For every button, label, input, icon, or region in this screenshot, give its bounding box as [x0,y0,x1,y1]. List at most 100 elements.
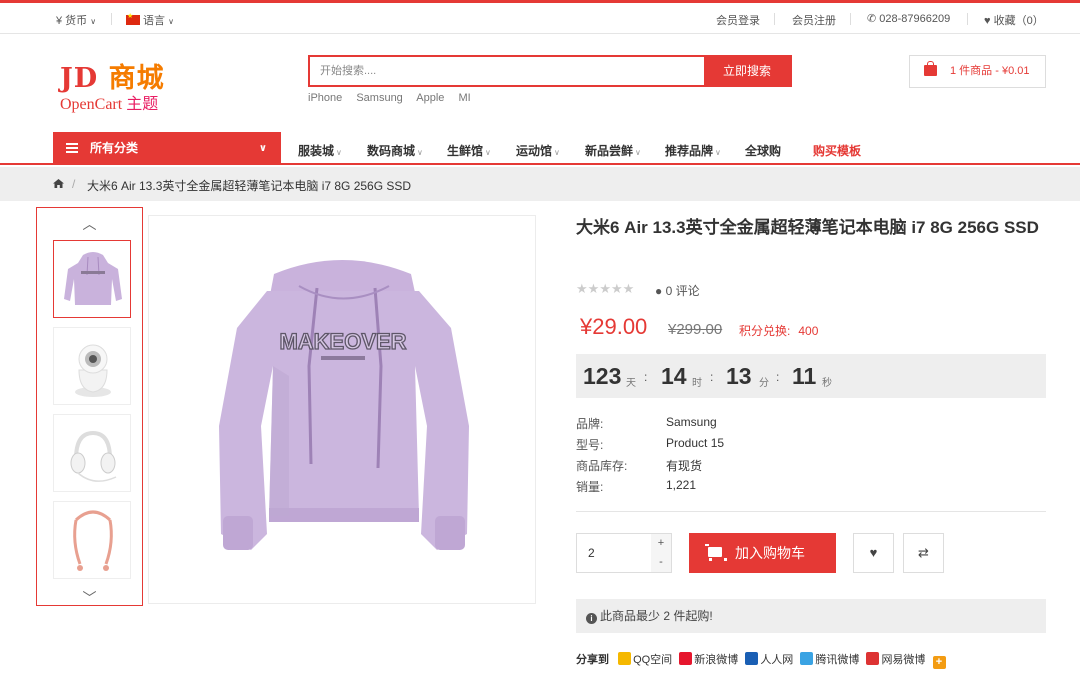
chevron-down-icon: ∨ [258,143,267,154]
login-link[interactable]: 会员登录 [716,12,760,28]
countdown-seconds: 11 [792,363,817,389]
share-tencent-weibo[interactable]: 腾讯微博 [800,652,859,666]
countdown-hours-unit: 时 [692,378,702,389]
increment-button[interactable]: + [651,534,671,553]
heart-icon: ♥ [869,545,878,560]
reward-points: 积分兑换: 400 [739,324,819,338]
favorites-link[interactable]: ♥ 收藏（0） [984,12,1044,28]
cart-summary: 1 件商品 - ¥0.01 [950,65,1030,77]
compare-button[interactable]: ⇄ [903,533,944,573]
divider [850,13,851,25]
cart-icon [705,544,727,561]
share-renren[interactable]: 人人网 [745,652,793,666]
nav-item-clothing[interactable]: 服装城 ∨ [298,142,342,159]
nav-item-digital[interactable]: 数码商城 ∨ [367,142,423,159]
countdown-days-unit: 天 [626,378,636,389]
currency-dropdown[interactable]: ¥ 货币 ∨ [56,12,96,28]
chevron-down-icon[interactable]: ﹀ [37,588,142,608]
shopping-bag-icon [924,61,937,76]
share-qzone[interactable]: QQ空间 [618,652,672,666]
share-bar: 分享到 QQ空间 新浪微博 人人网 腾讯微博 网易微博 + [576,651,948,669]
top-bar: ¥ 货币 ∨ 语言 ∨ 会员登录 会员注册 ✆ 028-87966209 ♥ 收… [0,3,1080,34]
reviews-link[interactable]: ● 0 评论 [655,282,700,299]
all-categories-label: 所有分类 [90,141,139,155]
phone-icon: ✆ [867,13,877,25]
product-main-image[interactable]: MAKEOVER [148,215,536,604]
countdown-minutes-unit: 分 [759,378,769,389]
weibo-icon [679,652,693,665]
shirt-print-text: MAKEOVER [279,329,406,354]
thumbnail-headphones[interactable] [53,414,131,492]
renren-icon [745,652,759,665]
chevron-down-icon: ∨ [336,148,342,157]
chevron-up-icon[interactable]: ︿ [37,214,142,234]
hotword-link[interactable]: MI [458,92,470,104]
share-label: 分享到 [576,654,609,666]
countdown-days: 123 [583,363,622,389]
tencent-weibo-icon [800,652,814,665]
language-dropdown[interactable]: 语言 ∨ [126,12,174,28]
share-sina-weibo[interactable]: 新浪微博 [679,652,738,666]
search-input[interactable] [310,57,705,85]
chevron-down-icon: ∨ [90,17,97,26]
chevron-down-icon: ∨ [168,17,174,26]
countdown-timer: 123 天 : 14 时 : 13 分 : 11 秒 [576,354,1046,398]
countdown-colon: : [776,370,780,384]
qzone-icon [618,652,632,665]
divider [774,13,775,25]
wishlist-button[interactable]: ♥ [853,533,894,573]
all-categories-button[interactable]: 所有分类 ∨ [53,132,281,165]
chevron-down-icon: ∨ [485,148,491,157]
min-quantity-notice: i 此商品最少 2 件起购! [576,599,1046,633]
china-flag-icon [126,12,140,25]
divider [576,511,1046,512]
nav-item-brands[interactable]: 推荐品牌 ∨ [665,142,721,159]
spec-row: 销量: 1,221 [576,478,697,494]
phone-link[interactable]: ✆ 028-87966209 [867,12,950,25]
heart-icon: ♥ [984,15,991,27]
more-share-icon[interactable]: + [932,656,946,669]
hotword-link[interactable]: Samsung [356,92,402,104]
nav-item-global[interactable]: 全球购 [745,142,781,159]
cart-button[interactable]: 1 件商品 - ¥0.01 [909,55,1046,88]
chevron-down-icon: ∨ [635,148,641,157]
add-to-cart-button[interactable]: 加入购物车 [689,533,836,573]
main-nav: 所有分类 ∨ 服装城 ∨ 数码商城 ∨ 生鲜馆 ∨ 运动馆 ∨ 新品尝鲜 ∨ 推荐品牌 ∨ … [0,132,1080,165]
countdown-seconds-unit: 秒 [822,378,832,389]
divider [111,13,112,25]
nav-item-sports[interactable]: 运动馆 ∨ [516,142,560,159]
share-netease-weibo[interactable]: 网易微博 [866,652,925,666]
countdown-hours: 14 [661,363,687,389]
chevron-down-icon: ∨ [554,148,560,157]
comment-icon: ● [655,284,663,298]
countdown-minutes: 13 [726,363,752,389]
star-rating: ★★★★★ [576,281,634,297]
breadcrumb-current[interactable]: 大米6 Air 13.3英寸全金属超轻薄笔记本电脑 i7 8G 256G SSD [87,177,411,194]
hotword-link[interactable]: Apple [416,92,444,104]
divider [967,13,968,25]
decrement-button[interactable]: - [651,553,671,572]
spec-row: 商品库存: 有现货 [576,459,703,473]
thumbnail-hoodie[interactable] [53,240,131,318]
hot-keywords: iPhone Samsung Apple MI [308,92,482,104]
product-title: 大米6 Air 13.3英寸全金属超轻薄笔记本电脑 i7 8G 256G SSD [576,218,1039,237]
search-box: 立即搜索 [308,55,792,87]
search-button[interactable]: 立即搜索 [704,57,790,85]
nav-item-new[interactable]: 新品尝鲜 ∨ [585,142,641,159]
star-icon: ★ [599,281,611,296]
brand-link[interactable]: Samsung [666,415,717,429]
star-icon: ★ [622,281,635,296]
old-price: ¥299.00 [668,321,723,338]
logo-opencart[interactable]: OpenCart 主题 [60,90,158,114]
netease-weibo-icon [866,652,880,665]
nav-item-fresh[interactable]: 生鲜馆 ∨ [447,142,491,159]
thumbnail-camera[interactable] [53,327,131,405]
register-link[interactable]: 会员注册 [792,12,836,28]
quantity-input[interactable] [577,534,651,572]
compare-arrows-icon: ⇄ [918,545,929,560]
thumbnail-earphones[interactable] [53,501,131,579]
nav-item-buy-template[interactable]: 购买模板 [813,142,861,159]
star-icon: ★ [587,281,600,296]
hotword-link[interactable]: iPhone [308,92,342,104]
home-icon[interactable] [53,179,64,188]
